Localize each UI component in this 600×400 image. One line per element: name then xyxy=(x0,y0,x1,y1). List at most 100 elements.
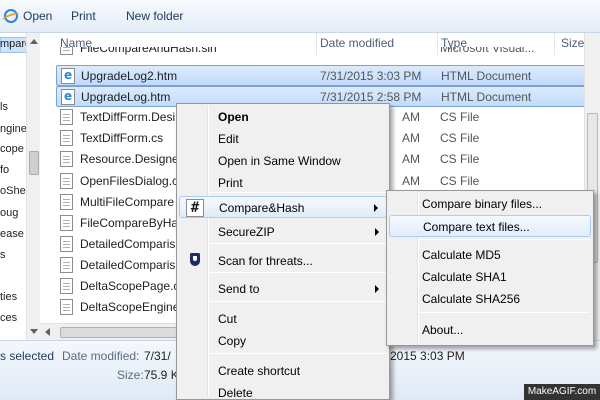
cs-file-icon xyxy=(60,173,73,189)
cs-file-icon xyxy=(60,109,73,125)
file-name: DetailedComparis xyxy=(80,237,176,251)
submenu-arrow-icon xyxy=(375,285,379,293)
menu-item-open[interactable]: Open xyxy=(179,106,387,128)
file-name: TextDiffForm.Desi xyxy=(80,110,176,124)
menu-item-cut[interactable]: Cut xyxy=(179,308,387,330)
scroll-down-arrow-icon[interactable] xyxy=(30,329,38,334)
cs-file-icon xyxy=(60,194,73,210)
file-name: TextDiffForm.cs xyxy=(80,131,164,145)
shield-icon xyxy=(190,253,200,266)
scrollbar-thumb[interactable] xyxy=(60,327,180,338)
menu-item-compare-binary[interactable]: Compare binary files... xyxy=(389,193,591,215)
menu-item-copy[interactable]: Copy xyxy=(179,330,387,352)
file-date: 7/31/2015 3:03 PM xyxy=(320,69,422,83)
menu-item-sha256[interactable]: Calculate SHA256 xyxy=(389,288,591,310)
menu-separator xyxy=(209,301,386,302)
cs-file-icon xyxy=(60,151,73,167)
html-file-icon xyxy=(61,68,75,84)
new-folder-button[interactable]: New folder xyxy=(126,9,183,23)
cs-file-icon xyxy=(60,215,73,231)
solution-file-icon xyxy=(60,47,73,55)
html-file-icon xyxy=(61,89,75,105)
menu-item-label: Open in Same Window xyxy=(218,154,341,168)
menu-item-print[interactable]: Print xyxy=(179,172,387,194)
menu-separator xyxy=(419,239,590,240)
menu-separator xyxy=(209,272,386,273)
file-date: AM xyxy=(402,152,420,166)
file-type: CS File xyxy=(440,174,480,188)
selection-count: s selected xyxy=(0,349,55,363)
menu-item-securezip[interactable]: SecureZIP xyxy=(179,221,387,243)
cs-file-icon xyxy=(60,130,73,146)
menu-item-label: About... xyxy=(422,323,464,337)
menu-item-about[interactable]: About... xyxy=(389,319,591,341)
command-bar: Open Print New folder xyxy=(0,0,600,33)
cs-file-icon xyxy=(60,299,73,315)
file-type: Microsoft Visual... xyxy=(440,47,535,55)
menu-item-label: Delete xyxy=(218,386,253,400)
menu-item-open-same-window[interactable]: Open in Same Window xyxy=(179,150,387,172)
print-button[interactable]: Print xyxy=(71,9,96,23)
menu-separator xyxy=(209,192,386,193)
hash-icon: # xyxy=(186,199,204,217)
scroll-up-arrow-icon[interactable] xyxy=(30,39,38,44)
file-row-selected[interactable]: UpgradeLog2.htm 7/31/2015 3:03 PM HTML D… xyxy=(56,65,600,86)
menu-item-create-shortcut[interactable]: Create shortcut xyxy=(179,360,387,382)
open-button[interactable]: Open xyxy=(4,9,52,23)
menu-separator xyxy=(209,243,386,244)
internet-explorer-icon xyxy=(4,9,18,23)
menu-separator xyxy=(419,312,590,313)
nav-pane-scrollbar[interactable] xyxy=(26,33,40,343)
menu-item-md5[interactable]: Calculate MD5 xyxy=(389,244,591,266)
file-type: CS File xyxy=(440,110,480,124)
menu-item-label: Calculate MD5 xyxy=(422,248,501,262)
menu-item-compare-hash[interactable]: # Compare&Hash xyxy=(179,196,387,218)
size-label: Size: xyxy=(117,368,144,382)
file-type: HTML Document xyxy=(441,69,532,83)
watermark: MakeAGIF.com xyxy=(524,384,600,400)
file-name: OpenFilesDialog.c xyxy=(80,174,179,188)
date-modified-label: Date modified: xyxy=(62,349,140,363)
scrollbar-thumb[interactable] xyxy=(29,151,39,175)
file-name: DetailedComparis xyxy=(80,258,176,272)
file-date: 7/31/2015 2:58 PM xyxy=(320,90,422,104)
menu-item-label: Print xyxy=(218,176,243,190)
menu-item-label: Cut xyxy=(218,312,237,326)
compare-hash-submenu: Compare binary files... Compare text fil… xyxy=(386,190,594,346)
date-modified-value: 7/31/ xyxy=(144,349,171,363)
menu-separator xyxy=(209,353,386,354)
file-date: AM xyxy=(402,110,420,124)
menu-item-scan-threats[interactable]: Scan for threats... xyxy=(179,250,387,272)
file-name: MultiFileCompare xyxy=(80,195,175,209)
file-date: AM xyxy=(402,131,420,145)
menu-item-label: Compare text files... xyxy=(423,220,530,234)
menu-item-label: Create shortcut xyxy=(218,364,301,378)
cs-file-icon xyxy=(60,236,73,252)
file-type: HTML Document xyxy=(441,90,532,104)
file-name: DeltaScopeEngine xyxy=(80,300,180,314)
menu-item-label: Open xyxy=(218,110,249,124)
menu-item-delete[interactable]: Delete xyxy=(179,382,387,400)
date-modified-value-tail: 2015 3:03 PM xyxy=(390,349,465,363)
menu-item-edit[interactable]: Edit xyxy=(179,128,387,150)
size-value: 75.9 K xyxy=(144,368,179,382)
file-name: DeltaScopePage.c xyxy=(80,279,180,293)
scroll-left-arrow-icon[interactable] xyxy=(45,328,50,336)
file-type: CS File xyxy=(440,131,480,145)
menu-item-compare-text[interactable]: Compare text files... xyxy=(389,215,591,237)
submenu-arrow-icon xyxy=(375,228,379,236)
open-label: Open xyxy=(23,9,53,23)
horizontal-scrollbar[interactable] xyxy=(40,323,185,340)
menu-item-label: Copy xyxy=(218,334,247,348)
menu-item-sha1[interactable]: Calculate SHA1 xyxy=(389,266,591,288)
context-menu: Open Edit Open in Same Window Print # Co… xyxy=(176,103,390,400)
submenu-arrow-icon xyxy=(374,204,378,212)
cs-file-icon xyxy=(60,257,73,273)
menu-item-label: Calculate SHA256 xyxy=(422,292,521,306)
menu-item-send-to[interactable]: Send to xyxy=(179,278,387,300)
file-date: AM xyxy=(402,174,420,188)
menu-item-label: Edit xyxy=(218,132,239,146)
file-name: Resource.Designe xyxy=(80,152,179,166)
file-row[interactable]: FileCompareAndHash.sln Microsoft Visual.… xyxy=(56,47,600,57)
cs-file-icon xyxy=(60,278,73,294)
